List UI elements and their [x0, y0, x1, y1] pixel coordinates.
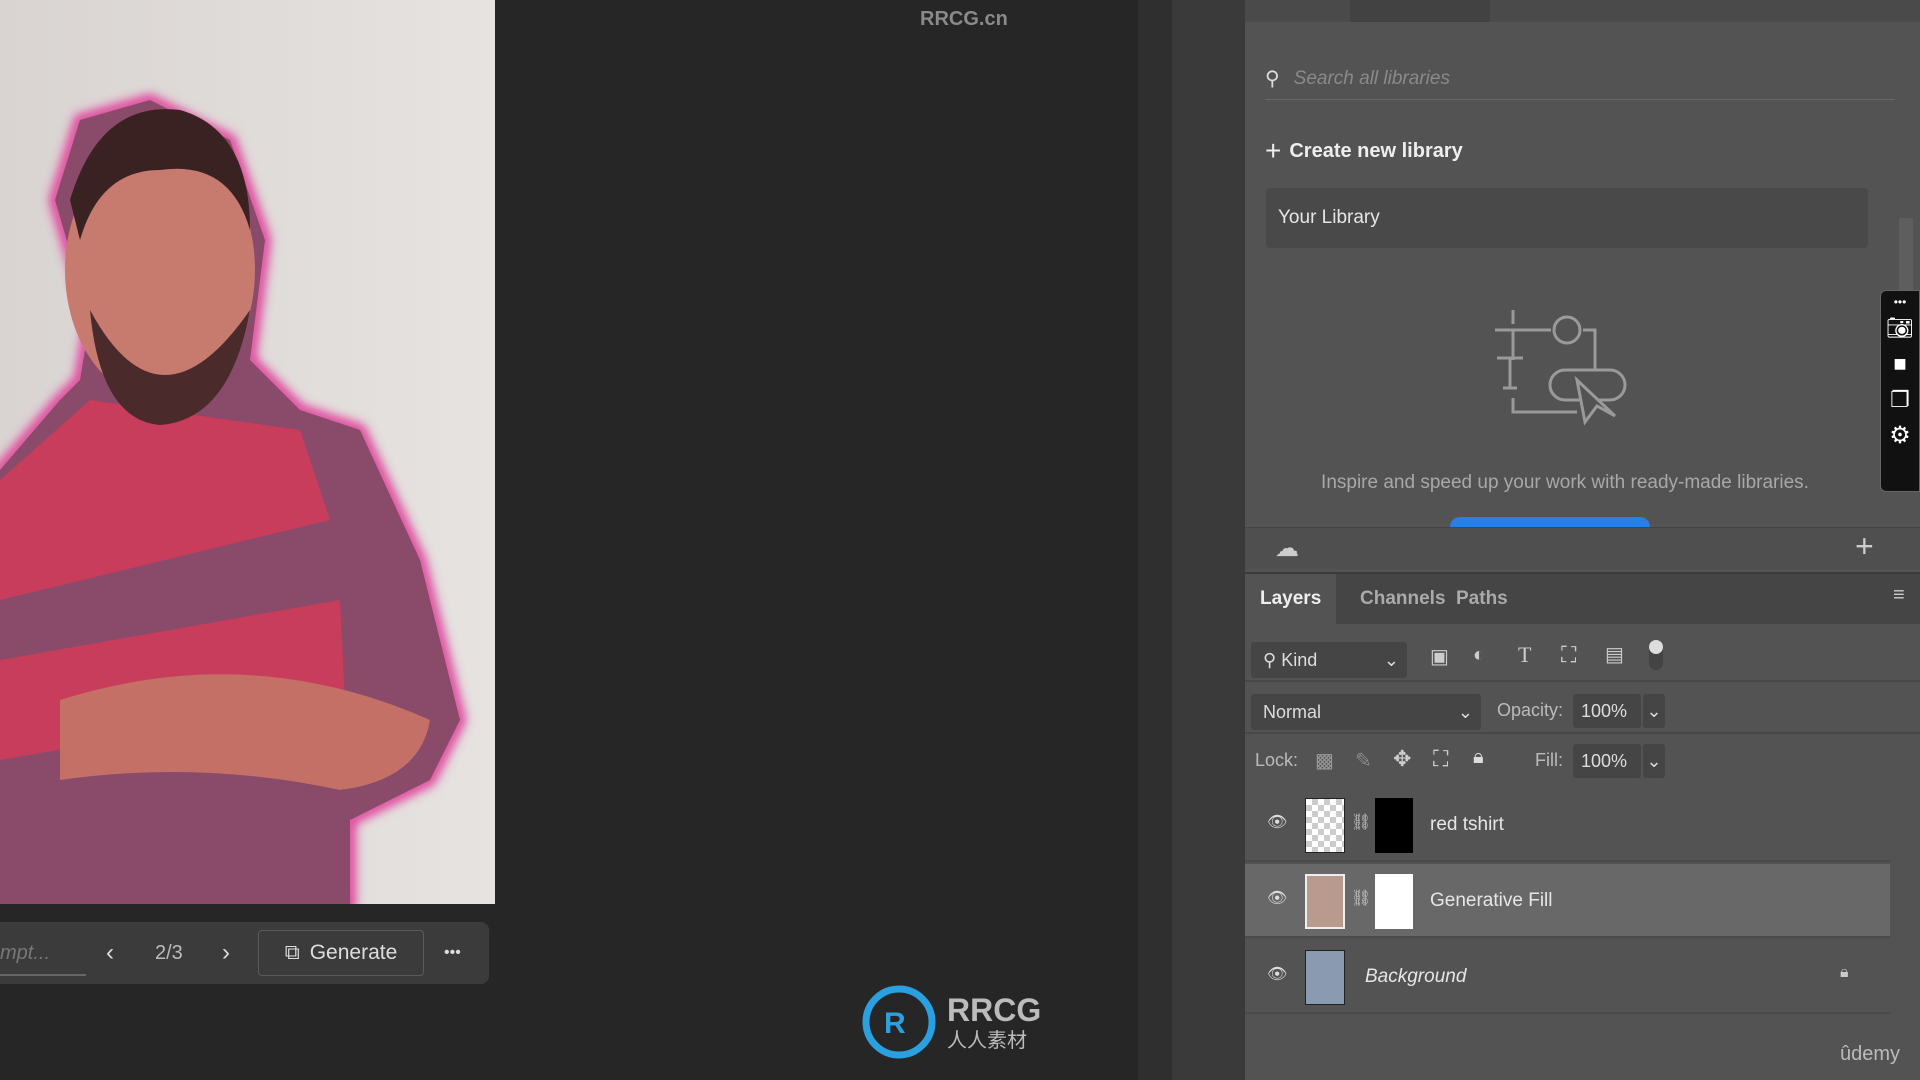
type-filter-icon[interactable]: T [1518, 642, 1531, 668]
gear-icon[interactable]: ⚙ [1881, 421, 1919, 450]
visibility-eye-icon[interactable]: 👁︎ [1267, 812, 1287, 832]
create-label: Create new library [1289, 139, 1463, 162]
library-search[interactable]: ⚲ Search all libraries [1265, 58, 1895, 100]
libraries-footer: ☁ + [1245, 527, 1920, 569]
layer-row-background[interactable]: 👁︎ Background 🔒︎ [1245, 940, 1890, 1014]
layer-filter-row: ⚲ Kind ⌄ ▣ ◐ T ⛶ ▤ [1245, 626, 1920, 682]
layer-lock-icon[interactable]: 🔒︎ [1840, 964, 1849, 982]
layer-mask-thumbnail[interactable] [1375, 874, 1413, 929]
tab-paths[interactable]: Paths [1441, 574, 1523, 626]
search-icon: ⚲ [1265, 68, 1280, 90]
visibility-eye-icon[interactable]: 👁︎ [1267, 964, 1287, 984]
search-input[interactable]: Search all libraries [1294, 68, 1450, 90]
link-icon[interactable]: ⛓ [1351, 888, 1371, 908]
watermark-text: RRCG.cn [920, 8, 1008, 30]
add-icon[interactable]: + [1855, 528, 1874, 565]
camera-icon[interactable]: 📷︎ [1881, 315, 1919, 341]
rrcg-logo: R RRCG 人人素材 [862, 985, 1062, 1070]
layer-thumbnail [1305, 798, 1345, 853]
libraries-tab[interactable] [1350, 0, 1490, 22]
svg-text:RRCG: RRCG [947, 992, 1041, 1028]
floating-recorder-toolbar: ••• 📷︎ ■ ❐ ⚙ [1880, 290, 1920, 492]
lock-brush-icon[interactable]: ✎ [1355, 748, 1372, 773]
lock-row: Lock: ▩ ✎ ✥ ⛶ 🔒︎ Fill: 100% ⌄ [1245, 736, 1920, 788]
adjustment-filter-icon[interactable]: ◐ [1473, 644, 1485, 667]
layer-thumbnail [1305, 874, 1345, 929]
layer-mask-thumbnail[interactable] [1375, 798, 1413, 853]
generate-button[interactable]: ⧉ Generate [258, 930, 424, 976]
prompt-input[interactable]: mpt... [0, 922, 86, 976]
opacity-input[interactable]: 100% [1573, 694, 1641, 728]
visibility-eye-icon[interactable]: 👁︎ [1267, 888, 1287, 908]
filter-toggle[interactable] [1649, 640, 1663, 670]
svg-text:人人素材: 人人素材 [947, 1028, 1027, 1052]
layer-name[interactable]: Background [1365, 940, 1466, 1014]
next-variation-button[interactable]: › [222, 922, 230, 984]
layer-row-red-tshirt[interactable]: 👁︎ ⛓ red tshirt [1245, 788, 1890, 862]
library-item[interactable]: Your Library [1266, 188, 1868, 248]
contextual-taskbar: mpt... ‹ 2/3 › ⧉ Generate ••• [0, 922, 489, 984]
opacity-dropdown[interactable]: ⌄ [1643, 694, 1665, 728]
canvas-image[interactable] [0, 0, 495, 904]
create-new-library-button[interactable]: + Create new library [1265, 135, 1463, 167]
tab-layers[interactable]: Layers [1245, 574, 1337, 626]
pixel-filter-icon[interactable]: ▣ [1430, 644, 1449, 669]
libraries-tab-bar [1245, 0, 1920, 22]
lock-artboard-icon[interactable]: ⛶ [1433, 746, 1448, 772]
opacity-label: Opacity: [1497, 700, 1564, 720]
canvas-scroll-strip [1138, 0, 1172, 1080]
video-icon[interactable]: ■ [1881, 351, 1919, 377]
layer-row-generative-fill[interactable]: 👁︎ ⛓ Generative Fill [1245, 864, 1890, 938]
variation-counter: 2/3 [155, 942, 183, 964]
lock-transparency-icon[interactable]: ▩ [1315, 748, 1334, 773]
libraries-illustration-icon [1495, 310, 1627, 426]
svg-text:R: R [884, 1007, 906, 1040]
blend-mode-select[interactable]: Normal ⌄ [1251, 694, 1481, 730]
panel-menu-icon[interactable]: ≡ [1893, 584, 1905, 607]
lock-position-icon[interactable]: ✥ [1393, 746, 1411, 772]
browse-libraries-button[interactable] [1450, 517, 1650, 527]
smart-object-filter-icon[interactable]: ▤ [1605, 642, 1624, 667]
fill-label: Fill: [1535, 750, 1563, 770]
generate-label: Generate [309, 941, 398, 964]
link-icon[interactable]: ⛓ [1351, 812, 1371, 832]
blend-row: Normal ⌄ Opacity: 100% ⌄ [1245, 684, 1920, 734]
portrait-photo [0, 93, 467, 904]
lock-label: Lock: [1255, 750, 1299, 770]
more-icon[interactable]: ••• [1881, 295, 1919, 309]
window-icon[interactable]: ❐ [1881, 387, 1919, 413]
panel-dock-gap [1172, 0, 1245, 1080]
layer-name[interactable]: red tshirt [1430, 788, 1504, 862]
more-options-button[interactable]: ••• [444, 922, 461, 984]
libraries-empty-text: Inspire and speed up your work with read… [1321, 472, 1809, 493]
right-panels: ⚲ Search all libraries + Create new librar… [1245, 0, 1920, 1080]
filter-kind-select[interactable]: ⚲ Kind ⌄ [1251, 642, 1407, 678]
previous-variation-button[interactable]: ‹ [106, 922, 114, 984]
fill-dropdown[interactable]: ⌄ [1643, 744, 1665, 778]
shape-filter-icon[interactable]: ⛶ [1561, 642, 1576, 668]
plus-icon: + [1265, 135, 1282, 166]
cloud-icon[interactable]: ☁ [1275, 534, 1299, 563]
udemy-watermark: ûdemy [1840, 1043, 1901, 1065]
lock-all-icon[interactable]: 🔒︎ [1473, 746, 1484, 769]
generate-icon: ⧉ [284, 941, 300, 964]
layers-tab-bar: Layers Channels Paths ≡ [1245, 572, 1920, 626]
layer-name[interactable]: Generative Fill [1430, 864, 1553, 938]
search-icon: ⚲ [1263, 650, 1282, 670]
fill-input[interactable]: 100% [1573, 744, 1641, 778]
layer-thumbnail [1305, 950, 1345, 1005]
